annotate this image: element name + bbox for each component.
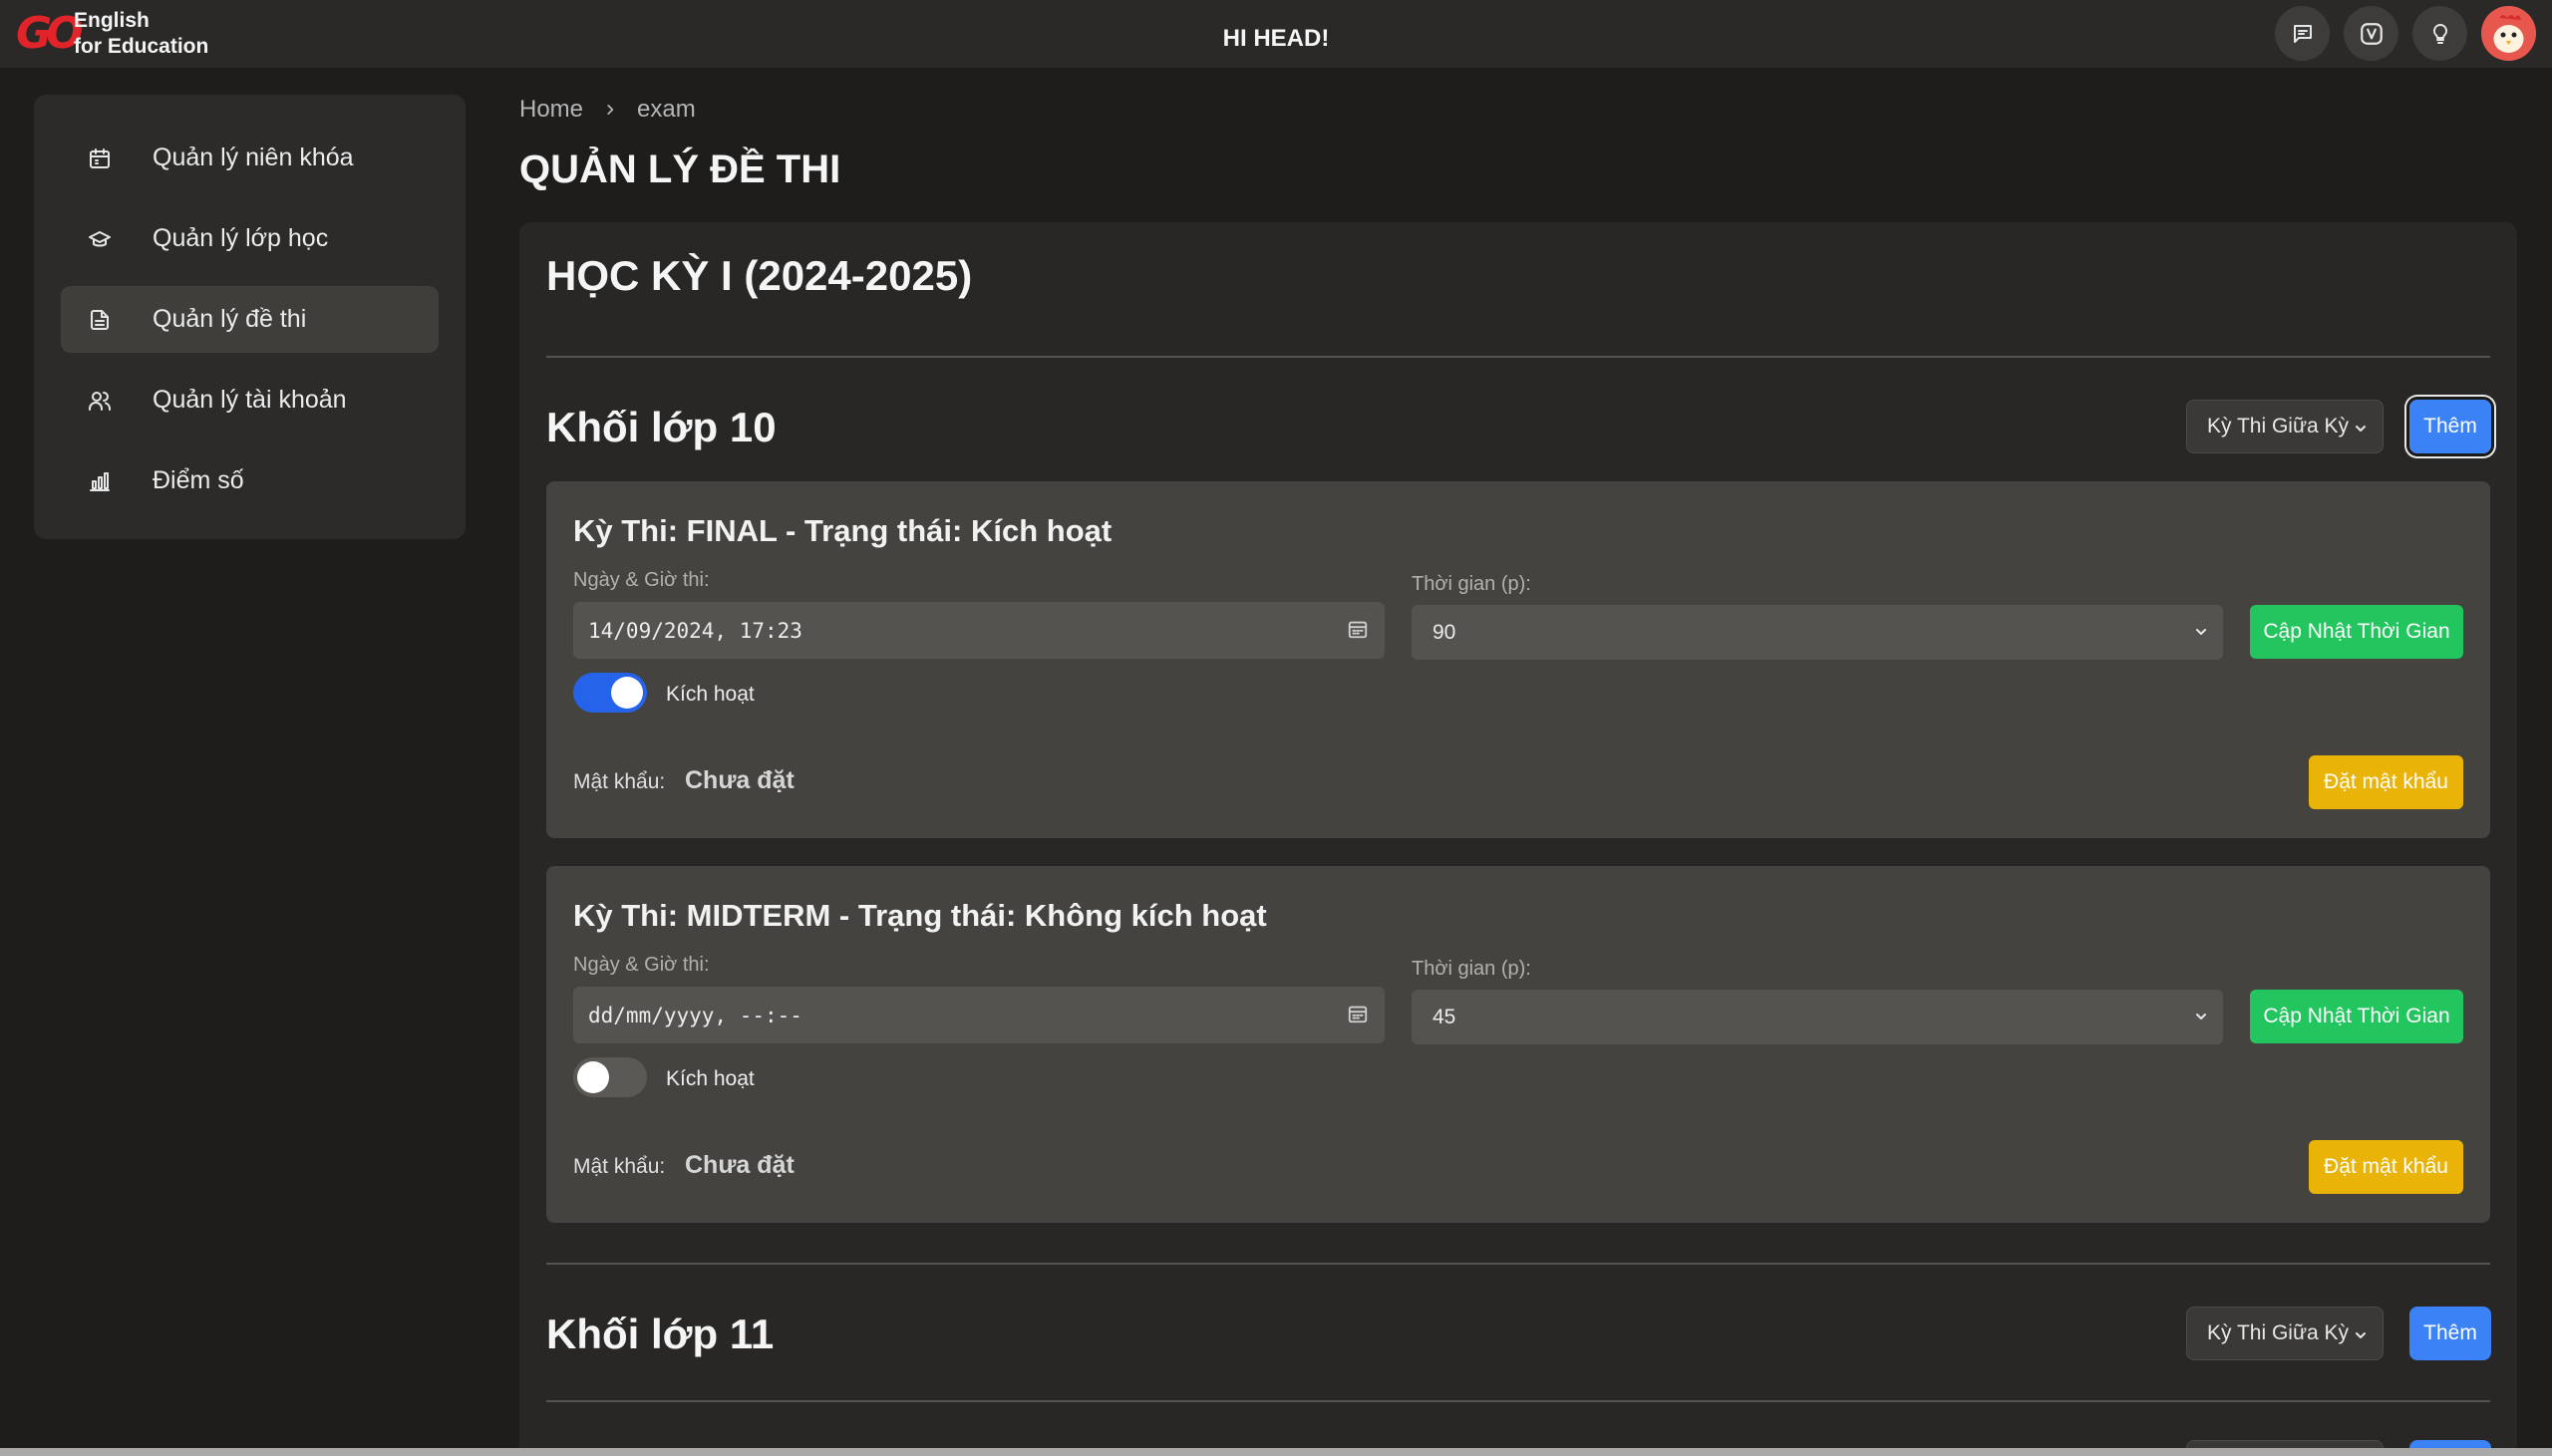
chevron-right-icon bbox=[607, 105, 614, 115]
date-time-value: dd/mm/yyyy, --:-- bbox=[588, 1003, 802, 1027]
avatar-image bbox=[2481, 6, 2536, 61]
message-icon bbox=[2293, 24, 2312, 43]
exam-type-select[interactable]: Kỳ Thi Giữa Kỳ bbox=[2186, 1307, 2384, 1360]
grade-title: Khối lớp 10 bbox=[546, 404, 777, 450]
update-time-button[interactable]: Cập Nhật Thời Gian bbox=[2250, 990, 2463, 1043]
divider bbox=[546, 356, 2490, 358]
vocabulary-icon bbox=[2360, 22, 2383, 45]
exam-card: Kỳ Thi: MIDTERM - Trạng thái: Không kích… bbox=[546, 866, 2490, 1223]
exam-title: Kỳ Thi: MIDTERM - Trạng thái: Không kích… bbox=[573, 898, 1267, 933]
divider bbox=[546, 1263, 2490, 1265]
calendar-icon[interactable] bbox=[1347, 1003, 1369, 1024]
add-exam-button[interactable]: Thêm bbox=[2406, 397, 2494, 456]
activate-toggle[interactable] bbox=[573, 673, 647, 713]
sidebar-item-label: Quản lý tài khoản bbox=[153, 386, 347, 414]
term-title: HỌC KỲ I (2024-2025) bbox=[546, 252, 973, 299]
exam-title: Kỳ Thi: FINAL - Trạng thái: Kích hoạt bbox=[573, 513, 1113, 548]
exam-type-selected: Kỳ Thi Giữa Kỳ bbox=[2207, 1321, 2350, 1344]
date-time-input[interactable]: 14/09/2024, 17:23 bbox=[573, 602, 1385, 659]
activate-toggle[interactable] bbox=[573, 1057, 647, 1097]
chevron-down-icon bbox=[2356, 1332, 2366, 1338]
toggle-label: Kích hoạt bbox=[666, 1067, 755, 1090]
sidebar: Quản lý niên khóa Quản lý lớp học Quản l… bbox=[34, 95, 466, 539]
duration-value: 45 bbox=[1433, 1005, 1456, 1028]
add-exam-button[interactable]: Thêm bbox=[2409, 1307, 2491, 1360]
sidebar-item-label: Quản lý lớp học bbox=[153, 224, 329, 252]
toggle-knob bbox=[611, 677, 643, 709]
brand[interactable]: GO English for Education bbox=[16, 0, 208, 68]
chevron-down-icon bbox=[2196, 629, 2206, 635]
breadcrumb-current: exam bbox=[637, 96, 696, 123]
top-bar: GO English for Education HI HEAD! bbox=[0, 0, 2552, 68]
password-label: Mật khẩu: bbox=[573, 770, 666, 793]
password-label: Mật khẩu: bbox=[573, 1155, 666, 1178]
users-icon bbox=[89, 392, 111, 411]
document-icon bbox=[91, 310, 109, 330]
brand-logo: GO bbox=[16, 8, 84, 59]
header-actions bbox=[2275, 6, 2536, 61]
sidebar-item-school-years[interactable]: Quản lý niên khóa bbox=[61, 125, 439, 191]
sidebar-item-label: Quản lý đề thi bbox=[153, 305, 307, 333]
breadcrumb: Home exam bbox=[519, 96, 696, 124]
vocabulary-button[interactable] bbox=[2344, 6, 2398, 61]
brand-line-1: English bbox=[74, 9, 150, 32]
date-time-input[interactable]: dd/mm/yyyy, --:-- bbox=[573, 987, 1385, 1043]
breadcrumb-home[interactable]: Home bbox=[519, 96, 583, 124]
page-title: QUẢN LÝ ĐỀ THI bbox=[519, 147, 841, 191]
calendar-icon[interactable] bbox=[1347, 618, 1369, 640]
toggle-label: Kích hoạt bbox=[666, 683, 755, 706]
message-button[interactable] bbox=[2275, 6, 2330, 61]
sidebar-item-classes[interactable]: Quản lý lớp học bbox=[61, 205, 439, 272]
toggle-knob bbox=[577, 1061, 609, 1093]
chevron-down-icon bbox=[2196, 1014, 2206, 1019]
window-edge bbox=[0, 1448, 2552, 1456]
password-value: Chưa đặt bbox=[685, 1151, 795, 1179]
duration-select[interactable]: 90 bbox=[1412, 605, 2223, 660]
greeting: HI HEAD! bbox=[1222, 25, 1330, 52]
calendar-icon bbox=[90, 148, 110, 168]
sidebar-item-accounts[interactable]: Quản lý tài khoản bbox=[61, 367, 439, 434]
duration-value: 90 bbox=[1433, 620, 1456, 644]
graduation-cap-icon bbox=[89, 231, 111, 247]
date-label: Ngày & Giờ thi: bbox=[573, 569, 710, 591]
bar-chart-icon bbox=[90, 472, 110, 491]
duration-label: Thời gian (p): bbox=[1412, 573, 1531, 595]
sidebar-item-label: Điểm số bbox=[153, 466, 244, 494]
lightbulb-icon bbox=[2432, 23, 2447, 44]
date-label: Ngày & Giờ thi: bbox=[573, 954, 710, 976]
sidebar-item-exams[interactable]: Quản lý đề thi bbox=[61, 286, 439, 353]
sidebar-item-scores[interactable]: Điểm số bbox=[61, 447, 439, 514]
sidebar-item-label: Quản lý niên khóa bbox=[153, 144, 354, 171]
user-avatar[interactable] bbox=[2481, 6, 2536, 61]
brand-line-2: for Education bbox=[74, 35, 209, 58]
duration-select[interactable]: 45 bbox=[1412, 990, 2223, 1044]
tips-button[interactable] bbox=[2412, 6, 2467, 61]
update-time-button[interactable]: Cập Nhật Thời Gian bbox=[2250, 605, 2463, 659]
set-password-button[interactable]: Đặt mật khẩu bbox=[2309, 755, 2463, 809]
exam-card: Kỳ Thi: FINAL - Trạng thái: Kích hoạt Ng… bbox=[546, 481, 2490, 838]
password-value: Chưa đặt bbox=[685, 766, 795, 794]
date-time-value: 14/09/2024, 17:23 bbox=[588, 618, 802, 643]
brand-name: English for Education bbox=[74, 8, 208, 60]
exam-type-select[interactable]: Kỳ Thi Giữa Kỳ bbox=[2186, 400, 2384, 453]
set-password-button[interactable]: Đặt mật khẩu bbox=[2309, 1140, 2463, 1194]
grade-title: Khối lớp 11 bbox=[546, 1310, 775, 1357]
chevron-down-icon bbox=[2356, 426, 2366, 432]
exam-type-selected: Kỳ Thi Giữa Kỳ bbox=[2207, 415, 2350, 437]
duration-label: Thời gian (p): bbox=[1412, 958, 1531, 980]
divider bbox=[546, 1400, 2490, 1402]
exam-panel: HỌC KỲ I (2024-2025) Khối lớp 10 Kỳ Thi … bbox=[519, 222, 2517, 1456]
